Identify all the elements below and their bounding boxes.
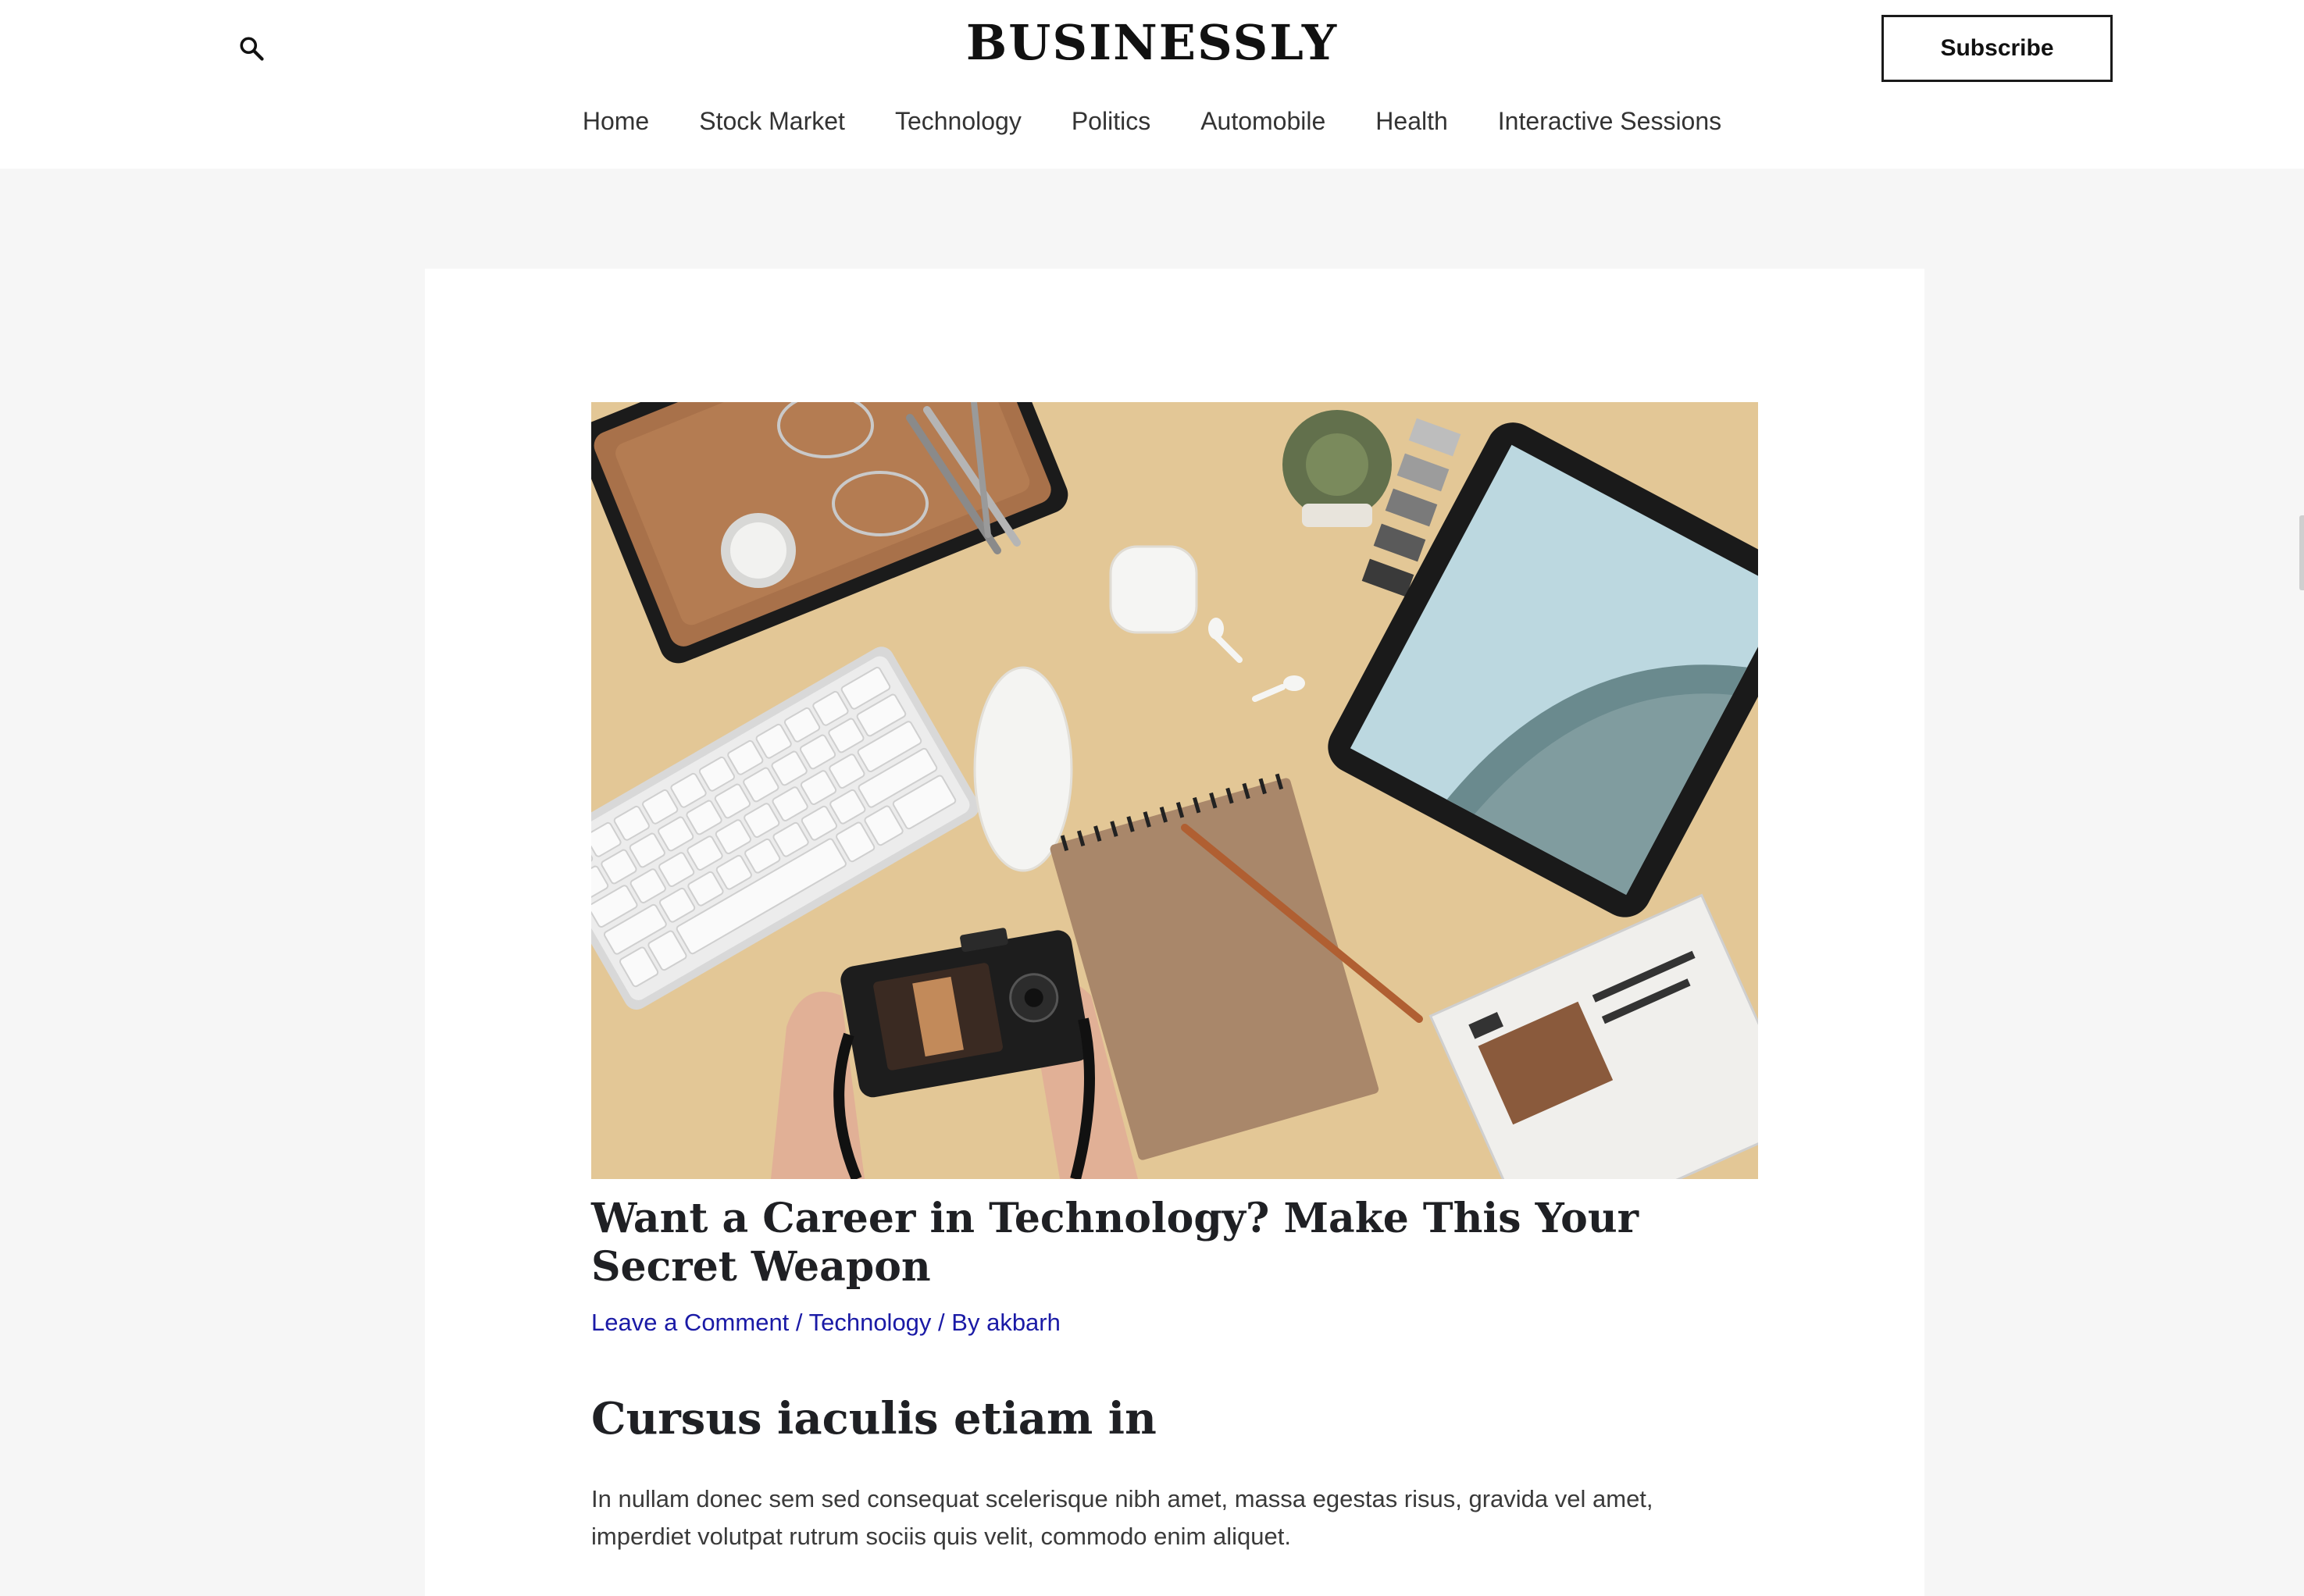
site-logo-link[interactable]: BUSINESSLY xyxy=(966,14,1338,71)
meta-separator-by: / By xyxy=(931,1309,987,1336)
search-icon xyxy=(240,37,264,61)
scrollbar-handle[interactable] xyxy=(2299,515,2304,590)
search-button[interactable] xyxy=(234,31,269,66)
nav-item-politics[interactable]: Politics xyxy=(1047,102,1175,141)
nav-item-home[interactable]: Home xyxy=(558,102,674,141)
author-link[interactable]: akbarh xyxy=(986,1309,1061,1336)
leave-comment-link[interactable]: Leave a Comment xyxy=(591,1309,789,1336)
main-navigation: Home Stock Market Technology Politics Au… xyxy=(0,102,2304,141)
category-link[interactable]: Technology xyxy=(809,1309,932,1336)
featured-image[interactable] xyxy=(591,402,1758,1179)
nav-item-stock-market[interactable]: Stock Market xyxy=(674,102,870,141)
section-heading: Cursus iaculis etiam in xyxy=(591,1393,1157,1445)
article-card: Want a Career in Technology? Make This Y… xyxy=(425,269,1924,1596)
meta-separator: / xyxy=(789,1309,809,1336)
desk-flatlay-illustration xyxy=(591,402,1758,1179)
subscribe-button[interactable]: Subscribe xyxy=(1881,15,2113,82)
nav-item-technology[interactable]: Technology xyxy=(870,102,1047,141)
site-header: BUSINESSLY Subscribe Home Stock Market T… xyxy=(0,0,2304,169)
nav-item-interactive-sessions[interactable]: Interactive Sessions xyxy=(1473,102,1746,141)
nav-item-automobile[interactable]: Automobile xyxy=(1175,102,1350,141)
post-title[interactable]: Want a Career in Technology? Make This Y… xyxy=(591,1195,1758,1291)
post-meta: Leave a Comment / Technology / By akbarh xyxy=(591,1306,1758,1340)
nav-item-health[interactable]: Health xyxy=(1350,102,1473,141)
article-body-paragraph: In nullam donec sem sed consequat sceler… xyxy=(591,1485,1653,1550)
